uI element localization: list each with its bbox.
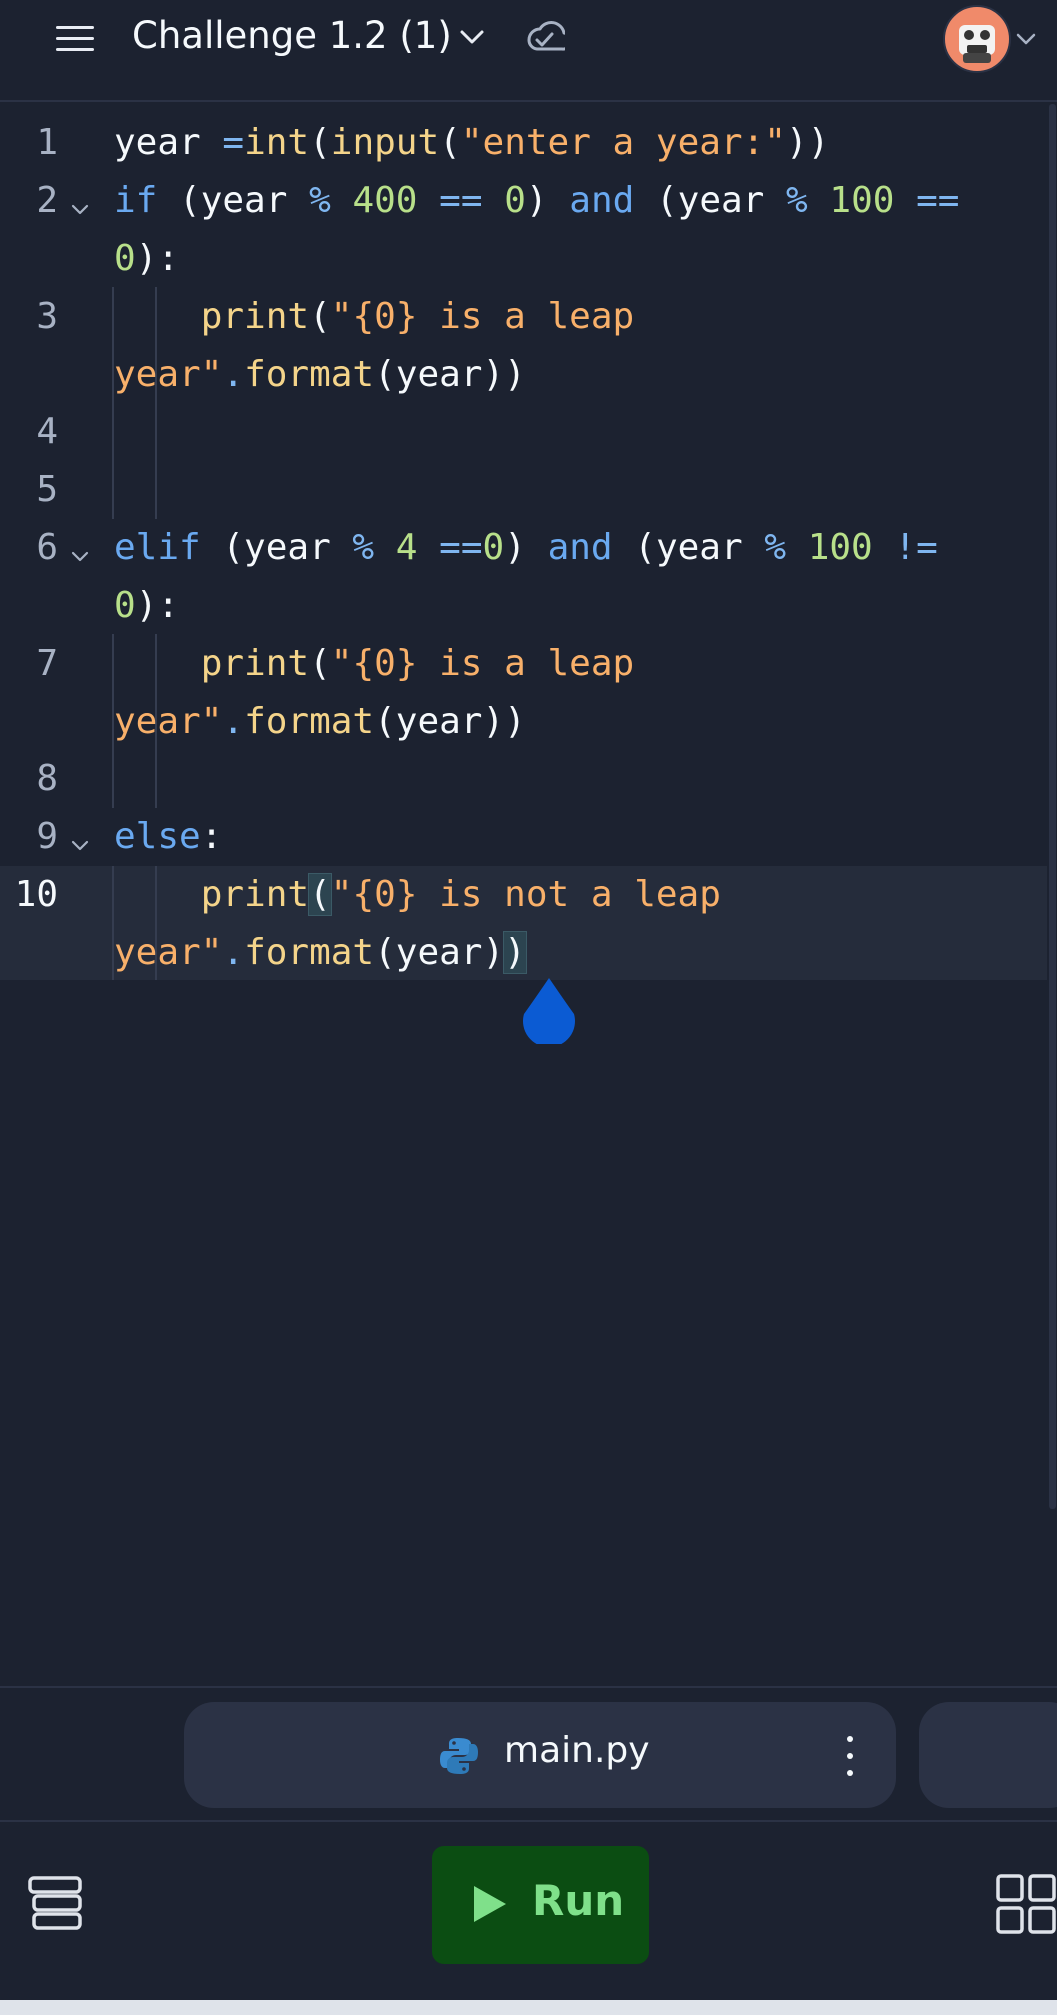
fold-chevron-icon[interactable] bbox=[70, 550, 90, 564]
hamburger-menu-icon[interactable] bbox=[54, 22, 98, 54]
play-icon bbox=[474, 1886, 506, 1922]
code-line-2-wrap: 0): bbox=[114, 238, 180, 279]
editor-scrollbar[interactable] bbox=[1049, 104, 1056, 1509]
code-line-3: print("{0} is a leap bbox=[200, 296, 635, 337]
line-number: 2 bbox=[36, 180, 58, 221]
user-avatar[interactable] bbox=[943, 5, 1011, 73]
run-button[interactable]: Run bbox=[432, 1846, 649, 1964]
code-line-9: else: bbox=[114, 816, 223, 857]
line-number: 5 bbox=[36, 469, 58, 510]
grid-icon[interactable] bbox=[996, 1874, 1057, 1936]
bottom-toolbar: Run bbox=[0, 1820, 1057, 2000]
text-cursor-handle[interactable] bbox=[520, 978, 578, 1044]
line-number: 4 bbox=[36, 411, 58, 452]
line-number: 7 bbox=[36, 643, 58, 684]
code-line-3-wrap: year".format(year)) bbox=[114, 354, 526, 395]
code-line-7: print("{0} is a leap bbox=[200, 643, 635, 684]
line-number: 9 bbox=[36, 816, 58, 857]
chevron-down-icon[interactable] bbox=[1015, 28, 1037, 50]
file-name: main.py bbox=[504, 1730, 650, 1771]
project-title[interactable]: Challenge 1.2 (1) bbox=[132, 14, 452, 57]
python-icon bbox=[440, 1738, 478, 1774]
code-line-7-wrap: year".format(year)) bbox=[114, 701, 526, 742]
file-tabs-bar: main.py bbox=[0, 1686, 1057, 1820]
top-bar: Challenge 1.2 (1) bbox=[0, 0, 1057, 102]
line-number-active: 10 bbox=[14, 874, 58, 915]
cloud-check-icon[interactable] bbox=[523, 18, 565, 58]
fold-chevron-icon[interactable] bbox=[70, 203, 90, 217]
code-line-10: print("{0} is not a leap bbox=[200, 873, 721, 916]
code-line-10-wrap: year".format(year)) bbox=[114, 931, 527, 974]
file-tab-next[interactable] bbox=[919, 1702, 1057, 1808]
line-number: 8 bbox=[36, 758, 58, 799]
code-line-2: if (year % 400 == 0) and (year % 100 == bbox=[114, 180, 960, 221]
line-number: 6 bbox=[36, 527, 58, 568]
line-number: 1 bbox=[36, 122, 58, 163]
code-line-6-wrap: 0): bbox=[114, 585, 180, 626]
code-line-1: year =int(input("enter a year:")) bbox=[114, 122, 830, 163]
bottom-edge bbox=[0, 2000, 1057, 2015]
chevron-down-icon[interactable] bbox=[457, 22, 487, 52]
run-label: Run bbox=[532, 1876, 625, 1925]
layers-icon[interactable] bbox=[26, 1874, 84, 1932]
file-tab-main-py[interactable]: main.py bbox=[184, 1702, 896, 1808]
matching-bracket: ) bbox=[503, 931, 527, 974]
kebab-menu-icon[interactable] bbox=[844, 1734, 856, 1778]
code-line-6: elif (year % 4 ==0) and (year % 100 != bbox=[114, 527, 938, 568]
fold-chevron-icon[interactable] bbox=[70, 839, 90, 853]
avatar-robot-icon bbox=[959, 25, 995, 63]
matching-bracket: ( bbox=[308, 873, 332, 916]
line-number: 3 bbox=[36, 296, 58, 337]
